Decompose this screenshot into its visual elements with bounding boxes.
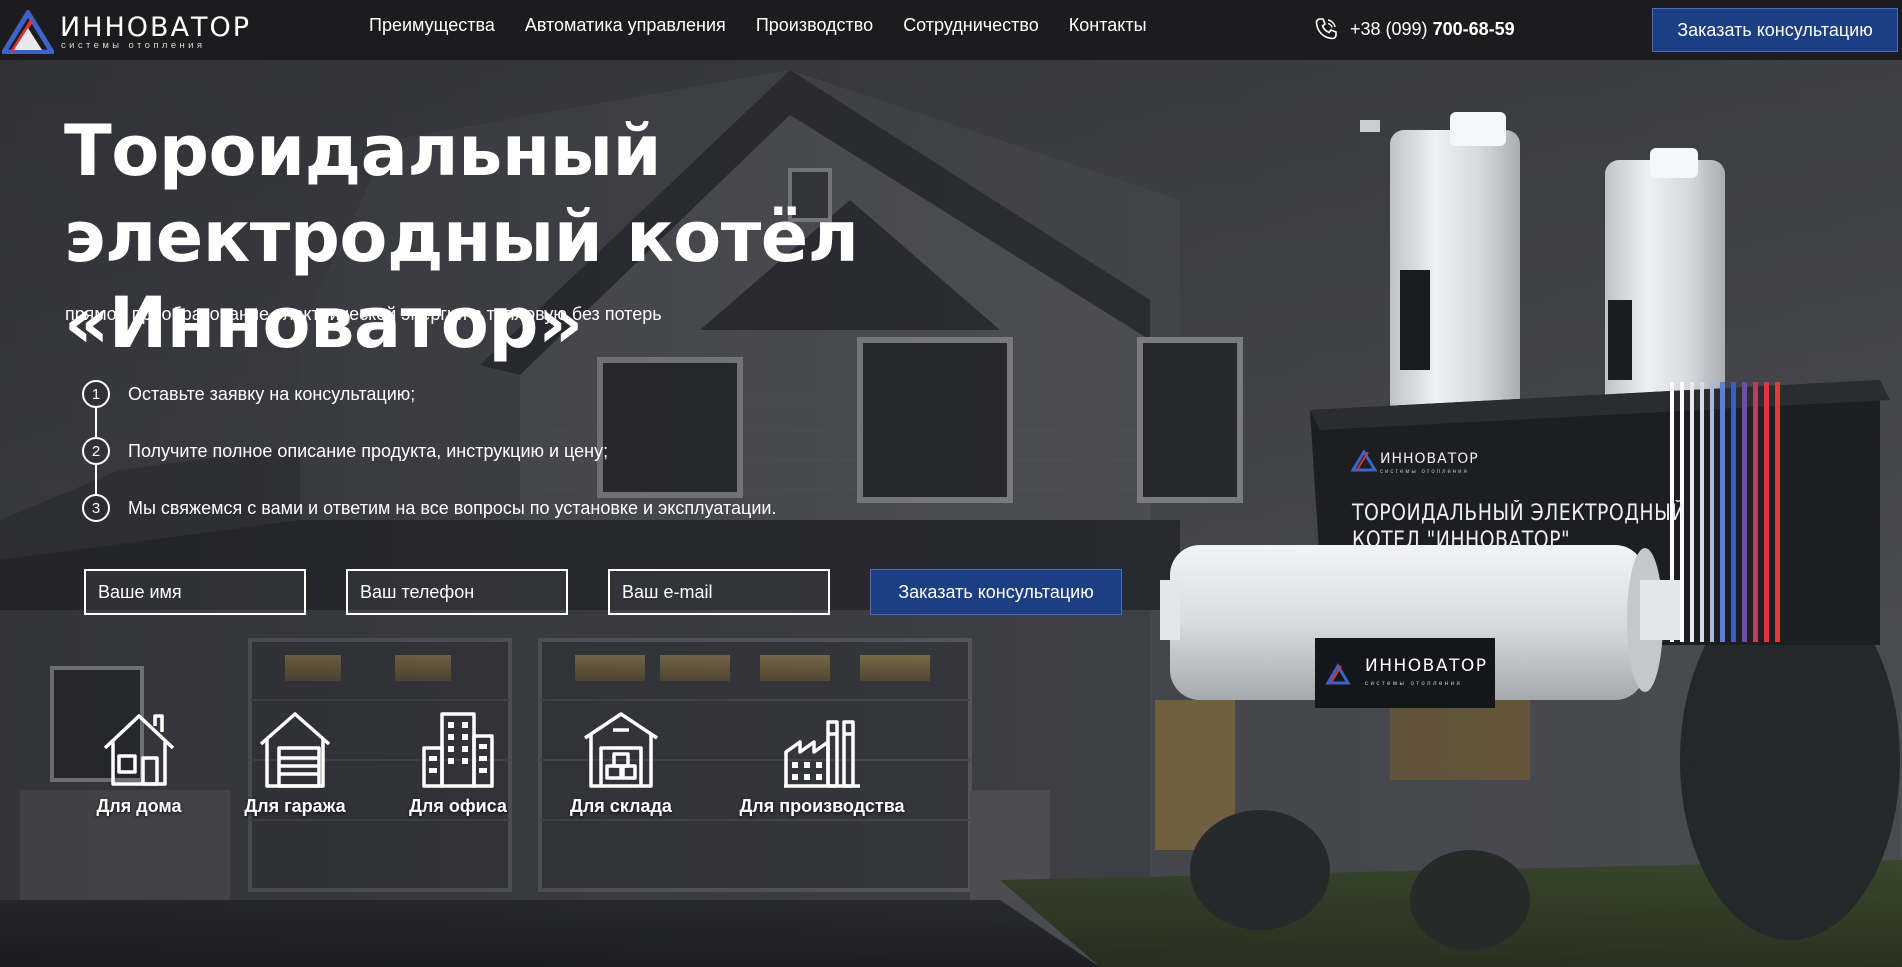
step-item: 3 Мы свяжемся с вами и ответим на все во… bbox=[82, 494, 776, 551]
logo-tagline: системы отопления bbox=[61, 40, 206, 51]
category-garage[interactable]: Для гаража bbox=[240, 708, 350, 817]
nav-item-cooperation[interactable]: Сотрудничество bbox=[903, 15, 1039, 36]
step-number: 1 bbox=[82, 380, 110, 408]
category-office[interactable]: Для офиса bbox=[408, 708, 508, 817]
phone-icon bbox=[1315, 18, 1337, 40]
header-phone[interactable]: +38 (099) 700-68-59 bbox=[1314, 17, 1515, 41]
nav-item-automation[interactable]: Автоматика управления bbox=[525, 15, 726, 36]
category-label: Для производства bbox=[739, 796, 905, 816]
plate-brand-text: ИННОВАТОР bbox=[1365, 656, 1488, 676]
logo-triangle-icon bbox=[2, 10, 54, 54]
hero-subtitle: прямое преобразование электрической энер… bbox=[65, 304, 662, 324]
warehouse-icon bbox=[584, 712, 658, 788]
category-factory[interactable]: Для производства bbox=[736, 708, 908, 817]
step-item: 1 Оставьте заявку на консультацию; bbox=[82, 380, 776, 437]
logo-name: ИННОВАТОР bbox=[60, 12, 252, 43]
name-field[interactable] bbox=[84, 569, 306, 615]
step-number: 2 bbox=[82, 437, 110, 465]
step-text: Оставьте заявку на консультацию; bbox=[128, 384, 416, 404]
box-brand-text: ИННОВАТОР bbox=[1380, 451, 1479, 467]
main-nav: Преимущества Автоматика управления Произ… bbox=[369, 15, 1177, 36]
step-text: Получите полное описание продукта, инстр… bbox=[128, 441, 609, 461]
office-building-icon bbox=[422, 712, 494, 788]
form-submit-button[interactable]: Заказать консультацию bbox=[870, 569, 1122, 615]
site-header: ИННОВАТОР системы отопления Преимущества… bbox=[0, 0, 1902, 60]
plate-brand-subtext: системы отопления bbox=[1365, 681, 1463, 687]
category-label: Для офиса bbox=[409, 796, 507, 816]
steps-list: 1 Оставьте заявку на консультацию; 2 Пол… bbox=[82, 380, 776, 551]
category-warehouse[interactable]: Для склада bbox=[566, 708, 676, 817]
step-connector bbox=[95, 408, 97, 437]
step-item: 2 Получите полное описание продукта, инс… bbox=[82, 437, 776, 494]
step-number: 3 bbox=[82, 494, 110, 522]
category-label: Для склада bbox=[570, 796, 672, 816]
category-label: Для гаража bbox=[244, 796, 346, 816]
nav-item-production[interactable]: Производство bbox=[756, 15, 873, 36]
category-label: Для дома bbox=[96, 796, 182, 816]
nav-item-contacts[interactable]: Контакты bbox=[1069, 15, 1147, 36]
box-title-text: ТОРОИДАЛЬНЫЙ ЭЛЕКТРОДНЫЙ КОТЕЛ "ИННОВАТО… bbox=[1352, 501, 1686, 553]
email-field[interactable] bbox=[608, 569, 830, 615]
step-text: Мы свяжемся с вами и ответим на все вопр… bbox=[128, 498, 777, 518]
step-connector bbox=[95, 465, 97, 494]
factory-icon bbox=[784, 720, 860, 788]
box-brand-subtext: системы отопления bbox=[1380, 469, 1469, 475]
category-home[interactable]: Для дома bbox=[94, 708, 184, 817]
house-icon bbox=[103, 714, 175, 786]
product-image bbox=[1150, 100, 1902, 740]
hero-title: Тороидальный электродный котёл «Инновато… bbox=[64, 110, 859, 364]
garage-icon bbox=[259, 712, 331, 788]
nav-item-advantages[interactable]: Преимущества bbox=[369, 15, 495, 36]
logo[interactable]: ИННОВАТОР системы отопления bbox=[0, 6, 249, 54]
phone-number: 700-68-59 bbox=[1432, 18, 1515, 39]
header-consultation-button[interactable]: Заказать консультацию bbox=[1652, 8, 1898, 52]
phone-field[interactable] bbox=[346, 569, 568, 615]
phone-prefix: +38 (099) bbox=[1350, 18, 1428, 39]
